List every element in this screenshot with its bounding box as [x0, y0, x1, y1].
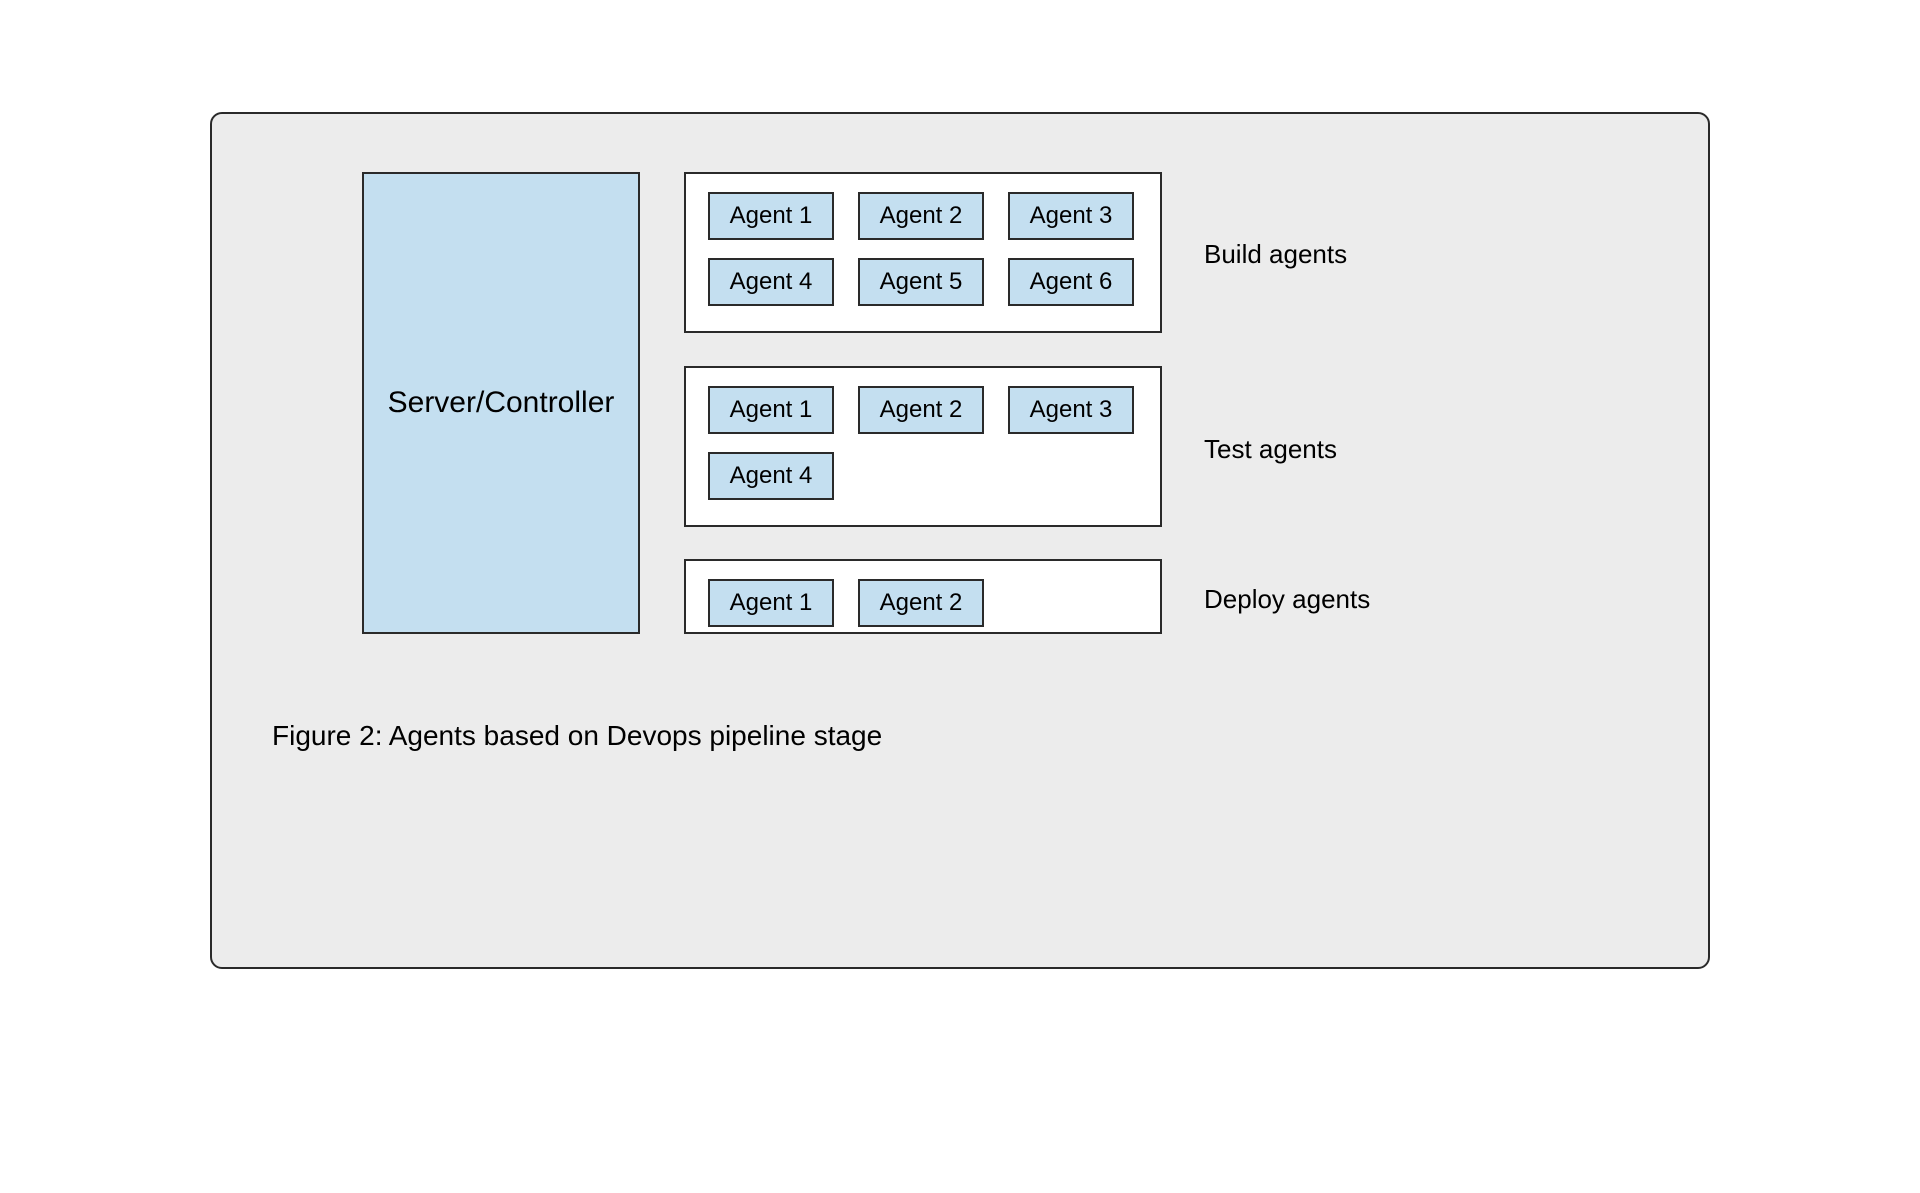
deploy-agents-label: Deploy agents [1204, 584, 1370, 615]
test-agents-group: Agent 1 Agent 2 Agent 3 Agent 4 [684, 366, 1162, 527]
deploy-agent-box: Agent 2 [858, 579, 984, 627]
agent-label: Agent 1 [730, 396, 813, 424]
agent-label: Agent 2 [880, 589, 963, 617]
agent-label: Agent 1 [730, 202, 813, 230]
build-agent-box: Agent 1 [708, 192, 834, 240]
figure-caption: Figure 2: Agents based on Devops pipelin… [272, 720, 882, 752]
deploy-agent-box: Agent 1 [708, 579, 834, 627]
build-agent-box: Agent 6 [1008, 258, 1134, 306]
build-agent-box: Agent 5 [858, 258, 984, 306]
agent-label: Agent 3 [1030, 202, 1113, 230]
build-agents-group: Agent 1 Agent 2 Agent 3 Agent 4 Agent 5 … [684, 172, 1162, 333]
test-agent-box: Agent 1 [708, 386, 834, 434]
test-agents-label: Test agents [1204, 434, 1337, 465]
agent-label: Agent 4 [730, 462, 813, 490]
server-controller-label: Server/Controller [388, 386, 615, 420]
build-agents-label: Build agents [1204, 239, 1347, 270]
test-agent-box: Agent 4 [708, 452, 834, 500]
agent-label: Agent 4 [730, 268, 813, 296]
server-controller-box: Server/Controller [362, 172, 640, 634]
test-agent-box: Agent 2 [858, 386, 984, 434]
test-agent-box: Agent 3 [1008, 386, 1134, 434]
build-agent-box: Agent 3 [1008, 192, 1134, 240]
agent-label: Agent 3 [1030, 396, 1113, 424]
deploy-agents-group: Agent 1 Agent 2 [684, 559, 1162, 634]
agent-label: Agent 2 [880, 202, 963, 230]
build-agent-box: Agent 4 [708, 258, 834, 306]
agent-label: Agent 5 [880, 268, 963, 296]
agent-label: Agent 2 [880, 396, 963, 424]
diagram-canvas: Server/Controller Agent 1 Agent 2 Agent … [210, 112, 1710, 969]
build-agent-box: Agent 2 [858, 192, 984, 240]
agent-label: Agent 6 [1030, 268, 1113, 296]
agent-label: Agent 1 [730, 589, 813, 617]
